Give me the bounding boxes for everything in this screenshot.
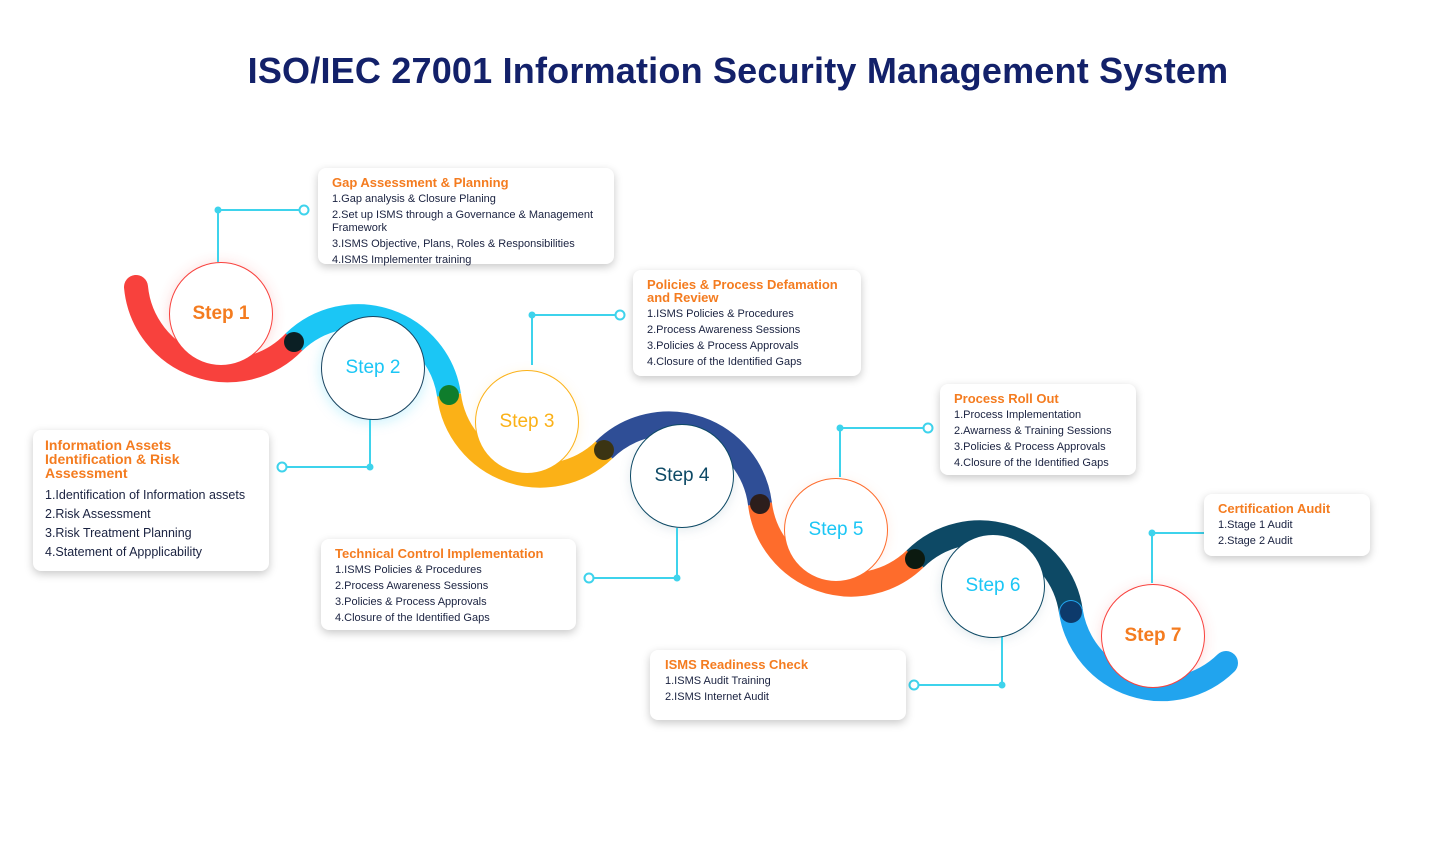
connector-step-3: [531, 314, 620, 365]
step-3-label: Step 3: [499, 411, 555, 432]
connector-dot: [1148, 529, 1156, 537]
card-technical-control: Technical Control Implementation 1.ISMS …: [321, 539, 576, 630]
connector-dot: [836, 424, 844, 432]
joint-dot: [594, 440, 614, 460]
step-5-circle: Step 5: [784, 478, 888, 582]
step-7-label: Step 7: [1124, 625, 1182, 646]
connector-step-2: [282, 418, 371, 468]
step-1-circle: Step 1: [169, 262, 273, 366]
card-title: Information Assets Identification & Risk…: [45, 437, 180, 481]
card-item: 1.Stage 1 Audit: [1218, 519, 1293, 531]
connector-endpoint: [614, 309, 626, 321]
joint-dot: [284, 332, 304, 352]
card-item: 2.Process Awareness Sessions: [335, 580, 489, 592]
step-2-label: Step 2: [345, 357, 401, 378]
card-item: 4.ISMS Implementer training: [332, 254, 472, 266]
card-title: Gap Assessment & Planning: [332, 175, 509, 190]
card-policies-process: Policies & Process Defamation and Review…: [633, 270, 861, 376]
card-process-rollout: Process Roll Out 1.Process Implementatio…: [940, 384, 1136, 475]
card-item: 3.Policies & Process Approvals: [647, 340, 799, 352]
card-readiness-check: ISMS Readiness Check 1.ISMS Audit Traini…: [650, 650, 906, 720]
step-1-label: Step 1: [192, 303, 250, 324]
card-information-assets: Information Assets Identification & Risk…: [33, 430, 269, 571]
connector-step-4: [589, 528, 678, 579]
card-item: 3.Risk Treatment Planning: [45, 526, 192, 540]
card-title: ISMS Readiness Check: [665, 657, 809, 672]
connector-step-1: [217, 209, 304, 262]
connector-dot: [673, 574, 681, 582]
joint-dot: [1060, 601, 1082, 623]
connector-dot: [214, 206, 222, 214]
card-item: 1.Gap analysis & Closure Planing: [332, 193, 496, 205]
card-item: 4.Closure of the Identified Gaps: [335, 612, 490, 624]
step-4-circle: Step 4: [630, 424, 734, 528]
card-certification-audit: Certification Audit 1.Stage 1 Audit 2.St…: [1204, 494, 1370, 556]
card-gap-assessment: Gap Assessment & Planning 1.Gap analysis…: [318, 168, 614, 266]
connector-endpoint: [908, 679, 920, 691]
connector-dot: [366, 463, 374, 471]
card-item: 1.ISMS Policies & Procedures: [335, 564, 482, 576]
card-item: 4.Statement of Appplicability: [45, 545, 203, 559]
card-item: 3.Policies & Process Approvals: [335, 596, 487, 608]
card-item: 1.Identification of Information assets: [45, 488, 246, 502]
card-item: 4.Closure of the Identified Gaps: [954, 457, 1109, 469]
card-item: 2.Risk Assessment: [45, 507, 151, 521]
step-2-circle: Step 2: [321, 316, 425, 420]
connector-endpoint: [298, 204, 310, 216]
step-3-circle: Step 3: [475, 370, 579, 474]
joint-dot: [905, 549, 925, 569]
card-item: 1.Process Implementation: [954, 409, 1082, 421]
card-title: Process Roll Out: [954, 391, 1059, 406]
card-item: 2.Process Awareness Sessions: [647, 324, 801, 336]
card-item: 2.Awarness & Training Sessions: [954, 425, 1112, 437]
card-item: 4.Closure of the Identified Gaps: [647, 356, 802, 368]
step-6-label: Step 6: [965, 575, 1021, 596]
connector-endpoint: [922, 422, 934, 434]
connector-endpoint: [583, 572, 595, 584]
connector-dot: [998, 681, 1006, 689]
connector-dot: [528, 311, 536, 319]
card-item: 2.Stage 2 Audit: [1218, 535, 1293, 547]
card-title: Technical Control Implementation: [335, 546, 544, 561]
card-item: 1.ISMS Policies & Procedures: [647, 308, 794, 320]
step-6-circle: Step 6: [941, 534, 1045, 638]
step-4-label: Step 4: [654, 465, 710, 486]
card-title: Certification Audit: [1218, 501, 1331, 516]
card-item: 2.ISMS Internet Audit: [665, 691, 769, 703]
card-title: Policies & Process Defamation and Review: [647, 277, 838, 305]
card-item: 1.ISMS Audit Training: [665, 675, 771, 687]
joint-dot: [439, 385, 459, 405]
card-item: 3.Policies & Process Approvals: [954, 441, 1106, 453]
connector-step-7: [1151, 532, 1206, 583]
card-item: 2.Set up ISMS through a Governance & Man…: [332, 209, 594, 234]
connector-step-6: [914, 637, 1003, 686]
step-5-label: Step 5: [808, 519, 864, 540]
card-item: 3.ISMS Objective, Plans, Roles & Respons…: [332, 238, 575, 250]
step-7-circle: Step 7: [1101, 584, 1205, 688]
connector-endpoint: [276, 461, 288, 473]
connector-step-5: [839, 427, 928, 477]
joint-dot: [750, 494, 770, 514]
